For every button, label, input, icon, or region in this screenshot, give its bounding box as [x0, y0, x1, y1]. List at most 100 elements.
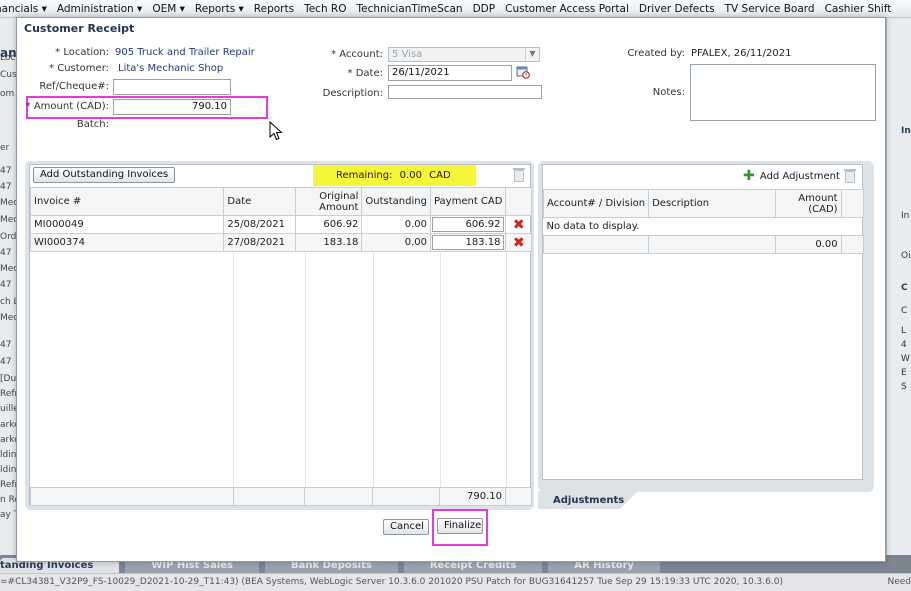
payment-input[interactable]: 183.18 [431, 235, 505, 250]
adjustments-table: Account# / Division Description Amount (… [542, 189, 865, 254]
invoice-row[interactable]: WI000374 27/08/2021 183.18 0.00 183.18 ✖ [29, 233, 532, 252]
menu-item[interactable]: Customer Access Portal [500, 3, 634, 15]
menu-item[interactable]: TV Service Board [720, 3, 820, 15]
amount-label: * Amount (CAD): [25, 101, 109, 112]
date-input[interactable]: 26/11/2021 [388, 65, 512, 81]
calendar-icon[interactable] [516, 65, 530, 79]
created-by-value: PFALEX, 26/11/2021 [691, 48, 792, 59]
chevron-down-icon: ▼ [525, 48, 539, 61]
column-header-account[interactable]: Account# / Division [542, 189, 650, 218]
adjustments-total: 0.00 [774, 235, 842, 254]
background-list-text: ldin [0, 465, 17, 475]
ref-cheque-input[interactable] [113, 79, 231, 95]
background-side-text: C [901, 283, 908, 293]
background-list-text: om [0, 89, 15, 99]
column-header-description[interactable]: Description [648, 189, 776, 218]
background-list-text: 47 [0, 182, 12, 192]
menu-item[interactable]: OEM ▾ [147, 3, 190, 15]
account-select[interactable]: 5 Visa ▼ [388, 47, 540, 62]
account-label: * Account: [331, 49, 383, 60]
invoice-row[interactable]: MI000049 25/08/2021 606.92 0.00 606.92 ✖ [29, 215, 532, 234]
add-outstanding-invoices-button[interactable]: Add Outstanding Invoices [33, 167, 176, 183]
invoice-date: 27/08/2021 [223, 233, 296, 252]
background-side-text: In [901, 126, 911, 136]
delete-icon[interactable]: ✖ [505, 215, 532, 234]
background-list-text: 47 [0, 248, 12, 258]
cancel-button[interactable]: Cancel [383, 519, 429, 535]
status-text: =#CL34381_V32P9_FS-10029_D2021-10-29_T11… [0, 577, 783, 587]
tab-adjustments[interactable]: Adjustments [538, 491, 638, 511]
remaining-label: Remaining: [336, 170, 393, 181]
remaining-value: 0.00 [399, 170, 422, 181]
adjustments-panel: ✚ Add Adjustment Account# / Division Des… [542, 164, 865, 480]
column-header-date[interactable]: Date [223, 187, 296, 216]
menu-item[interactable]: Reports [249, 3, 299, 15]
account-select-value: 5 Visa [392, 49, 423, 60]
delete-icon[interactable]: ✖ [505, 233, 532, 252]
background-side-text: L [901, 326, 907, 336]
finalize-button[interactable]: Finalize [437, 518, 483, 534]
tab-adjustments-label: Adjustments [553, 495, 625, 506]
invoices-table: Invoice # Date Original Amount Outstandi… [29, 187, 532, 252]
background-list-text: [Du [0, 374, 17, 384]
column-header-outstanding[interactable]: Outstanding [361, 187, 431, 216]
column-header-original-amount[interactable]: Original Amount [294, 187, 363, 216]
location-value: 905 Truck and Trailer Repair [115, 47, 255, 58]
column-guide [233, 251, 234, 487]
created-by-label: Created by: [627, 48, 685, 59]
menu-item[interactable]: Driver Defects [634, 3, 720, 15]
background-side-text: 4 [901, 340, 907, 350]
location-label: * Location: [55, 47, 109, 58]
date-label: * Date: [347, 68, 383, 79]
background-side-text: C [901, 306, 908, 316]
trash-icon[interactable] [513, 168, 525, 182]
notes-textarea[interactable] [690, 64, 876, 121]
invoice-outstanding: 0.00 [361, 233, 431, 252]
menu-item[interactable]: Cashier Shift [820, 3, 897, 15]
menu-item[interactable]: Reports ▾ [190, 3, 249, 15]
invoice-outstanding: 0.00 [361, 215, 431, 234]
description-label: Description: [322, 88, 383, 99]
description-input[interactable] [388, 85, 542, 99]
column-header-invoice[interactable]: Invoice # [29, 187, 225, 216]
dialog-title: Customer Receipt [24, 22, 135, 35]
column-guide [373, 251, 374, 487]
batch-label: Batch: [76, 119, 109, 130]
column-guide [440, 251, 441, 487]
menu-item[interactable]: TechnicianTimeScan [352, 3, 468, 15]
background-side-text: W [901, 354, 910, 364]
background-side-text: E [901, 368, 907, 378]
background-list-text: 47 [0, 280, 12, 290]
invoice-original-amount: 183.18 [294, 233, 363, 252]
background-list-text: 47 [0, 357, 12, 367]
status-right-text: Need [887, 577, 911, 587]
remaining-display: Remaining: 0.00 CAD [336, 170, 451, 181]
column-header-actions [840, 189, 865, 218]
empty-message: No data to display. [543, 217, 864, 236]
column-guide [305, 251, 306, 487]
customer-value: Lita's Mechanic Shop [118, 63, 224, 74]
mouse-cursor-icon [269, 120, 283, 141]
column-header-amount[interactable]: Amount (CAD) [774, 189, 842, 218]
invoice-number: MI000049 [29, 215, 225, 234]
add-adjustment-button[interactable]: ✚ Add Adjustment [743, 169, 840, 183]
trash-icon[interactable] [844, 169, 856, 183]
amount-header-line1: Amount [798, 192, 838, 204]
payment-input[interactable]: 606.92 [431, 217, 505, 232]
invoices-panel: Add Outstanding Invoices Remaining: 0.00… [29, 164, 532, 506]
column-header-payment[interactable]: Payment CAD [429, 187, 507, 216]
menu-item[interactable]: Administration ▾ [52, 3, 147, 15]
status-bar: =#CL34381_V32P9_FS-10029_D2021-10-29_T11… [0, 573, 911, 591]
ref-cheque-label: Ref/Cheque#: [39, 81, 109, 92]
original-header-line2: Amount [319, 201, 359, 213]
amount-header-line2: (CAD) [808, 203, 838, 215]
column-guide [506, 251, 507, 487]
menu-item[interactable]: nancials ▾ [0, 3, 52, 15]
menu-item[interactable]: DDP [468, 3, 501, 15]
notes-label: Notes: [652, 87, 685, 98]
add-adjustment-label: Add Adjustment [759, 171, 840, 182]
background-list-text: er [0, 143, 10, 153]
amount-input[interactable]: 790.10 [113, 99, 231, 115]
column-header-actions [505, 187, 532, 216]
menu-item[interactable]: Tech RO [299, 3, 351, 15]
